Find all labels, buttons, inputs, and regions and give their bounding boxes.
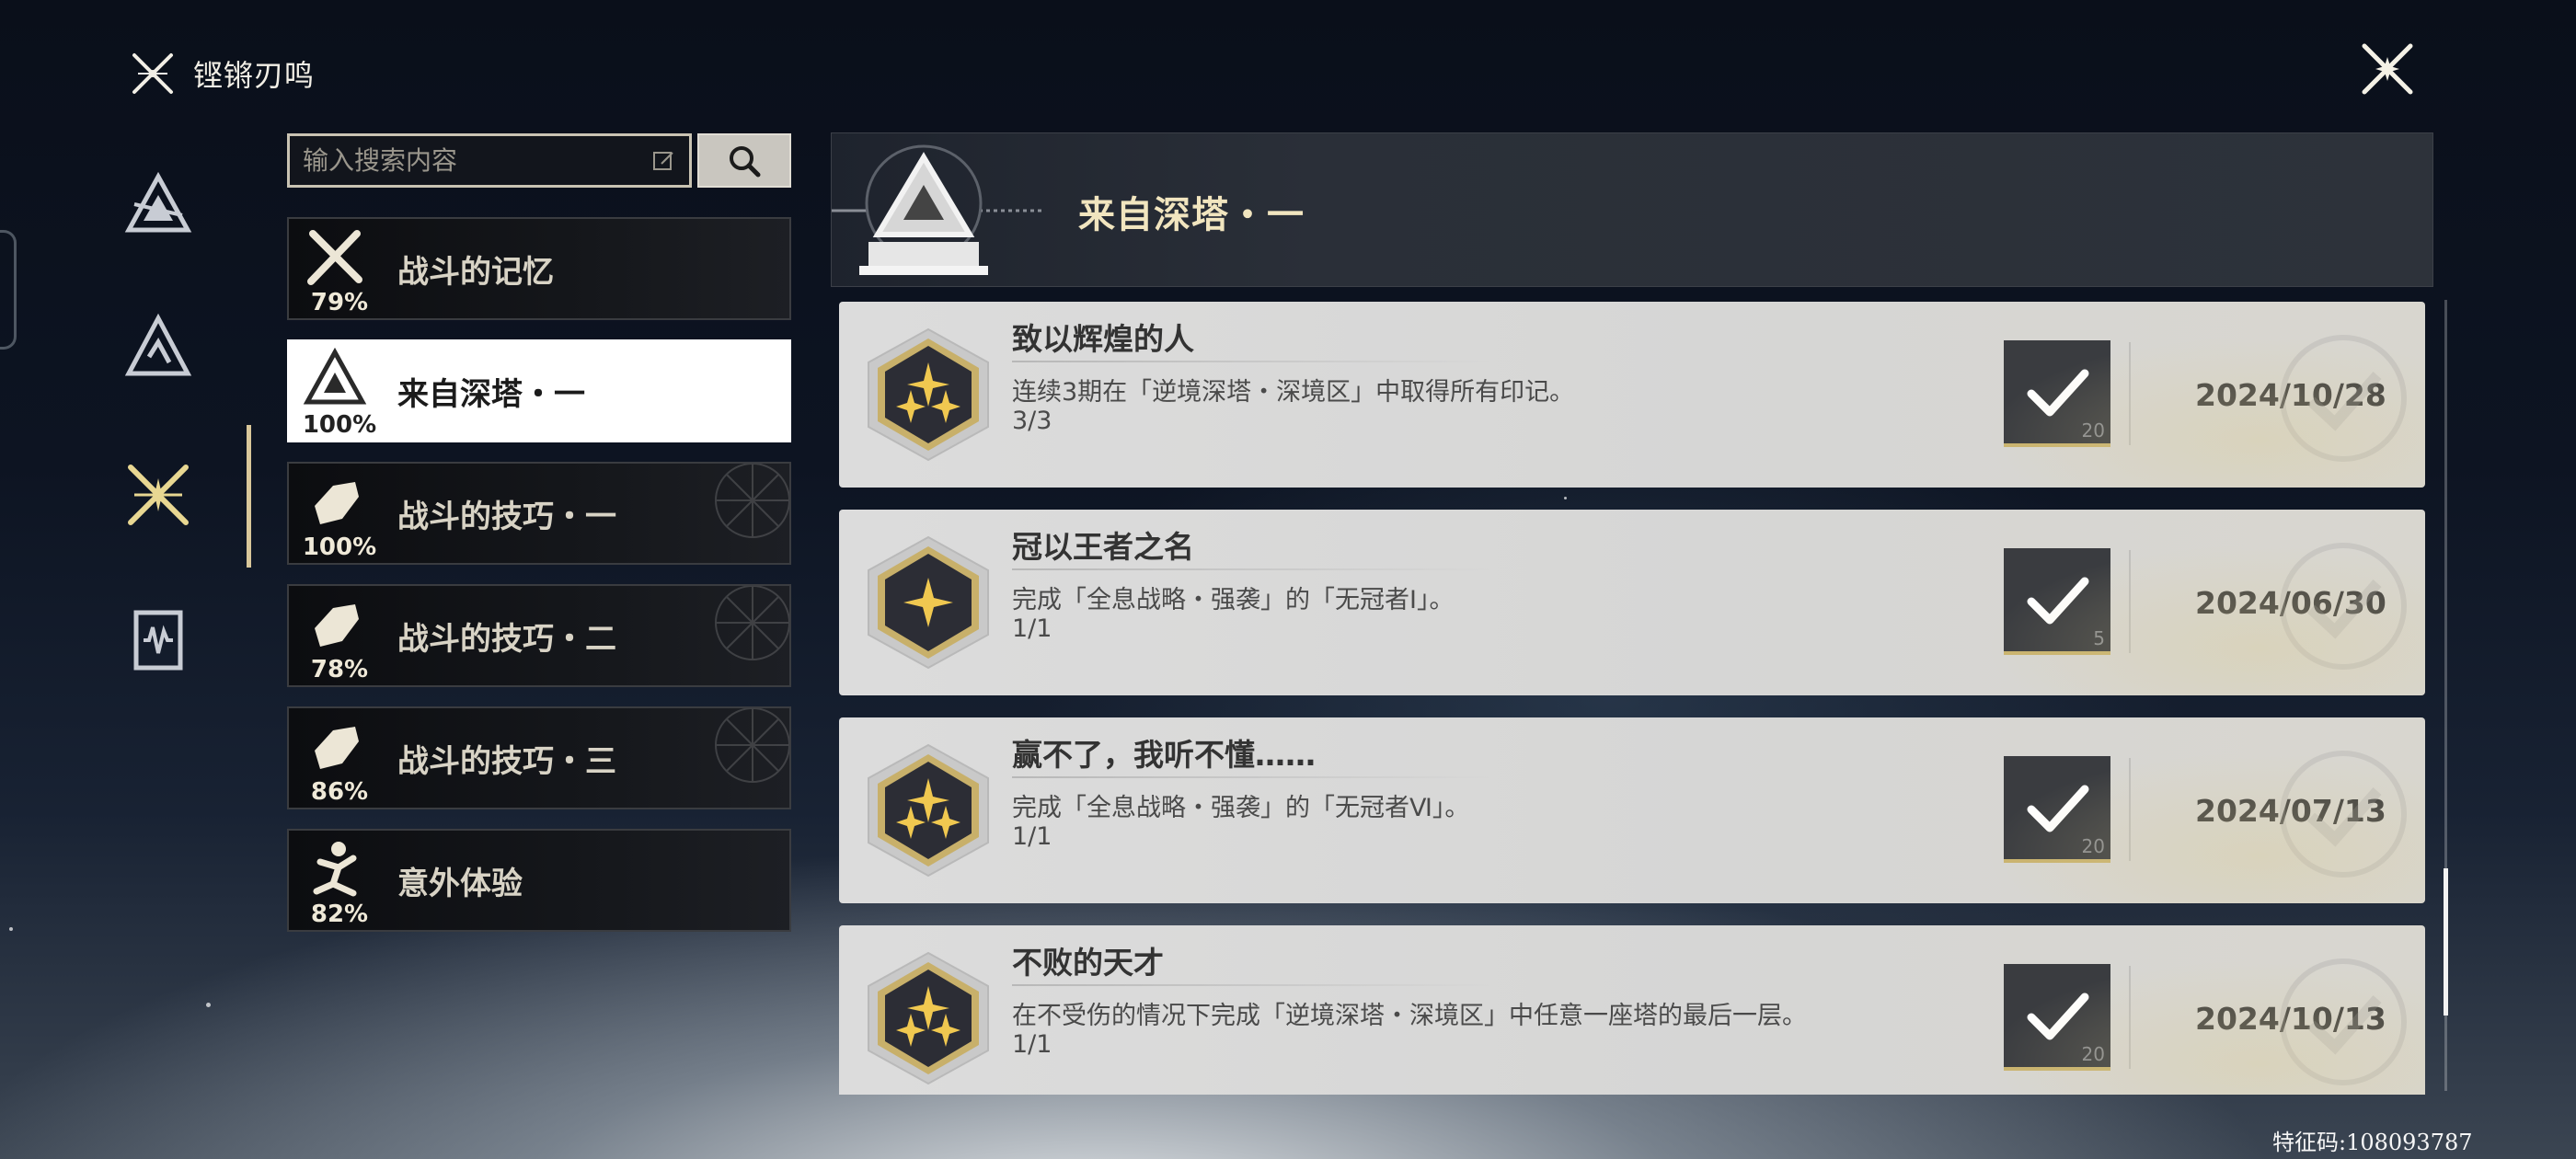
- achievement-claimed-reward[interactable]: 20: [2004, 340, 2110, 447]
- background-star: [206, 1003, 211, 1007]
- detail-title: 来自深塔・一: [1078, 194, 1305, 236]
- nav-active-indicator: [247, 425, 251, 568]
- divider: [2129, 966, 2131, 1069]
- category-item[interactable]: 82% 意外体验: [287, 829, 791, 932]
- achievement-description: 完成「全息战略・强袭」的「无冠者Ⅵ」。: [1012, 794, 1470, 822]
- divider: [2129, 550, 2131, 653]
- scrollbar-thumb[interactable]: [2444, 868, 2448, 1016]
- decorative-star-pattern-icon: [715, 464, 789, 538]
- nav-item-1[interactable]: [118, 166, 199, 247]
- crossed-blades-icon: [128, 465, 189, 525]
- category-list: 79% 战斗的记忆 100% 来自深塔・一 100% 战斗的技巧・一 78% 战…: [287, 217, 791, 951]
- divider: [2129, 758, 2131, 861]
- achievement-name: 冠以王者之名: [1012, 529, 1194, 565]
- tower-triangle-icon: [303, 347, 367, 405]
- achievement-name: 赢不了，我听不懂……: [1012, 737, 1316, 773]
- decorative-check-watermark-icon: [2280, 335, 2407, 462]
- decorative-star-pattern-icon: [715, 708, 789, 783]
- decorative-check-watermark-icon: [2280, 543, 2407, 670]
- feature-code: 特征码:108093787: [2272, 1130, 2473, 1155]
- falling-person-icon: [313, 842, 357, 897]
- achievement-scrollbar[interactable]: [2444, 300, 2448, 1091]
- achievement-claimed-reward[interactable]: 5: [2004, 548, 2110, 655]
- category-label: 战斗的记忆: [397, 254, 554, 291]
- decorative-star-pattern-icon: [715, 586, 789, 660]
- category-percent: 100%: [302, 411, 377, 439]
- decorative-check-watermark-icon: [2280, 958, 2407, 1085]
- nav-item-3-active[interactable]: [118, 454, 199, 535]
- category-item-active[interactable]: 100% 来自深塔・一: [287, 339, 791, 442]
- achievement-badge-icon: [868, 743, 989, 878]
- divider: [1012, 361, 1490, 362]
- category-percent: 100%: [302, 534, 377, 561]
- achievement-progress: 1/1: [1012, 822, 1052, 851]
- app-header: 铿锵刃鸣: [129, 48, 315, 99]
- achievement-progress: 1/1: [1012, 614, 1052, 643]
- edit-icon: [653, 151, 673, 170]
- divider: [1012, 568, 1490, 570]
- achievement-badge-icon: [868, 327, 989, 462]
- category-label: 战斗的技巧・三: [397, 743, 616, 780]
- search-box: [287, 133, 692, 188]
- achievement-list: 致以辉煌的人 连续3期在「逆境深塔・深境区」中取得所有印记。 3/3 20 20…: [839, 302, 2425, 1095]
- fist-icon: [315, 604, 359, 647]
- achievement-name: 致以辉煌的人: [1012, 321, 1194, 357]
- achievement-card: 冠以王者之名 完成「全息战略・强袭」的「无冠者Ⅰ」。 1/1 5 2024/06…: [839, 510, 2425, 695]
- fist-icon: [315, 727, 359, 769]
- category-label: 意外体验: [397, 866, 523, 902]
- category-item[interactable]: 86% 战斗的技巧・三: [287, 706, 791, 809]
- divider: [2129, 342, 2131, 445]
- side-panel-edge: [0, 230, 17, 350]
- fist-icon: [315, 482, 359, 524]
- detail-header: 来自深塔・一: [831, 132, 2433, 287]
- achievement-progress: 3/3: [1012, 407, 1052, 435]
- search-icon: [730, 145, 761, 177]
- achievement-badge-icon: [868, 535, 989, 670]
- achievement-card: 致以辉煌的人 连续3期在「逆境深塔・深境区」中取得所有印记。 3/3 20 20…: [839, 302, 2425, 488]
- reward-count: 20: [2081, 419, 2105, 442]
- achievement-claimed-reward[interactable]: 20: [2004, 756, 2110, 863]
- achievement-description: 完成「全息战略・强袭」的「无冠者Ⅰ」。: [1012, 586, 1455, 614]
- nav-item-2[interactable]: [118, 305, 199, 386]
- reward-count: 20: [2081, 835, 2105, 857]
- triangle-emblem-icon: [124, 171, 192, 233]
- search-button[interactable]: [697, 133, 791, 188]
- reward-count: 20: [2081, 1043, 2105, 1065]
- tower-emblem-icon: [832, 144, 1043, 275]
- reward-count: 5: [2093, 627, 2105, 649]
- close-icon[interactable]: [2357, 39, 2418, 99]
- achievement-badge-icon: [868, 951, 989, 1085]
- category-percent: 79%: [310, 289, 369, 316]
- background-star: [9, 927, 13, 931]
- nav-item-4[interactable]: [118, 600, 199, 681]
- achievement-name: 不败的天才: [1012, 945, 1164, 981]
- divider: [1012, 984, 1490, 986]
- category-label: 战斗的技巧・一: [397, 499, 616, 535]
- achievement-claimed-reward[interactable]: 20: [2004, 964, 2110, 1071]
- decorative-check-watermark-icon: [2280, 751, 2407, 878]
- achievement-description: 在不受伤的情况下完成「逆境深塔・深境区」中任意一座塔的最后一层。: [1012, 1002, 1807, 1030]
- category-label: 战斗的技巧・二: [397, 621, 616, 658]
- category-percent: 78%: [310, 656, 369, 683]
- category-item[interactable]: 78% 战斗的技巧・二: [287, 584, 791, 687]
- crossed-blades-logo-icon: [132, 53, 173, 94]
- mountain-icon: [124, 313, 192, 376]
- category-label: 来自深塔・一: [397, 376, 585, 413]
- app-title: 铿锵刃鸣: [193, 58, 316, 93]
- achievement-progress: 1/1: [1012, 1030, 1052, 1059]
- category-item[interactable]: 100% 战斗的技巧・一: [287, 462, 791, 565]
- search-input[interactable]: [303, 145, 652, 176]
- achievement-description: 连续3期在「逆境深塔・深境区」中取得所有印记。: [1012, 378, 1575, 407]
- soundwave-card-icon: [133, 610, 183, 671]
- achievement-card: 不败的天才 在不受伤的情况下完成「逆境深塔・深境区」中任意一座塔的最后一层。 1…: [839, 925, 2425, 1095]
- category-item[interactable]: 79% 战斗的记忆: [287, 217, 791, 320]
- divider: [1012, 776, 1490, 778]
- crossed-swords-icon: [307, 230, 362, 285]
- category-percent: 86%: [310, 778, 369, 806]
- achievement-card: 赢不了，我听不懂…… 完成「全息战略・强袭」的「无冠者Ⅵ」。 1/1 20 20…: [839, 717, 2425, 903]
- category-percent: 82%: [310, 901, 369, 928]
